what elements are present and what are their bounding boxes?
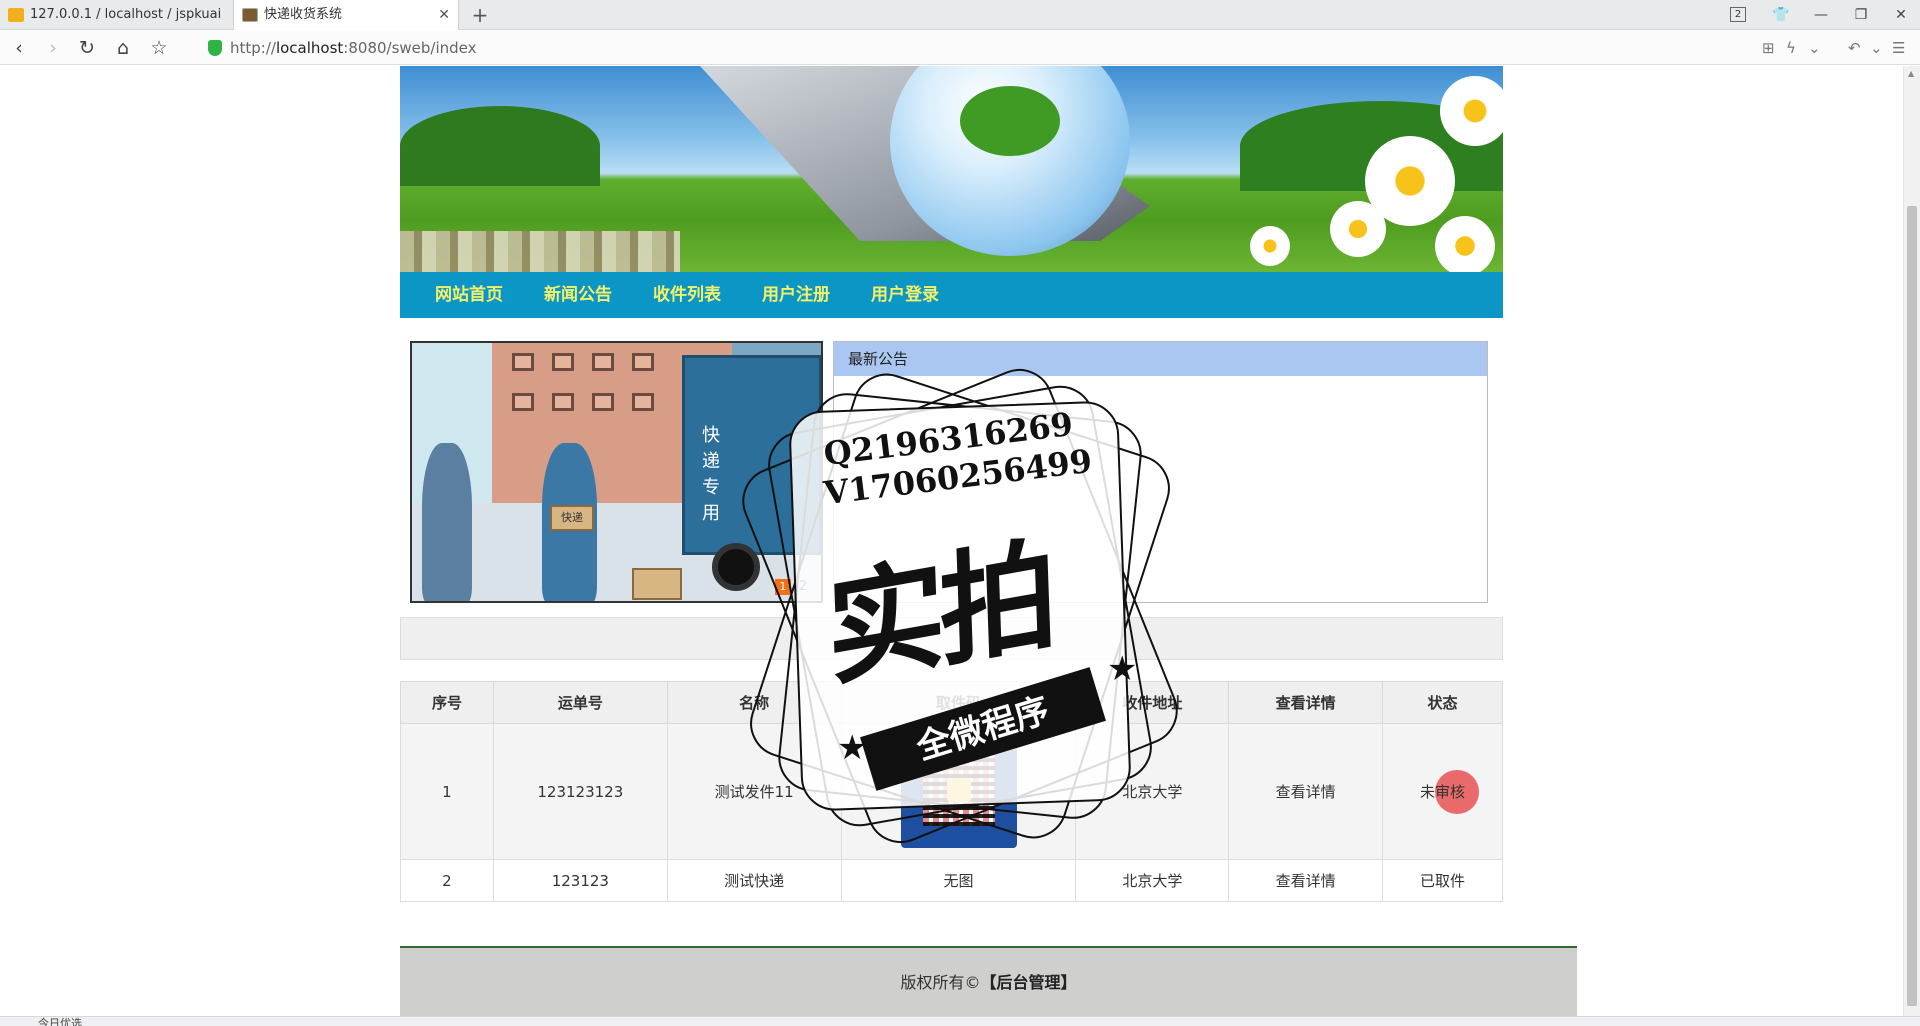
status-text: 未审核 xyxy=(1420,783,1466,801)
chevron-down-icon[interactable]: ⌄ xyxy=(1808,31,1821,65)
slider-pager: 1 2 xyxy=(774,579,811,595)
status-left-text: 今日优选 xyxy=(38,1017,82,1026)
qr-code-image xyxy=(900,735,1017,848)
lightning-icon[interactable]: ϟ xyxy=(1786,31,1796,65)
cell-waybill: 123123123 xyxy=(492,723,668,860)
notice-title: 最新公告 xyxy=(834,342,1487,376)
nav-register[interactable]: 用户注册 xyxy=(762,272,830,318)
cell-status: 已取件 xyxy=(1382,859,1503,902)
home-icon[interactable]: ⌂ xyxy=(110,35,136,61)
copyright-text: 版权所有© xyxy=(900,973,981,992)
page-viewport: 网站首页 新闻公告 收件列表 用户注册 用户登录 快递专用 快递 1 2 最新公… xyxy=(0,66,1920,1016)
nav-home[interactable]: 网站首页 xyxy=(435,272,503,318)
skin-icon[interactable]: 👕 xyxy=(1762,0,1800,30)
grid-icon[interactable]: ⊞ xyxy=(1762,31,1775,65)
browser-tab-bar: 127.0.0.1 / localhost / jspkuai 快递收货系统 ✕… xyxy=(0,0,1920,30)
nav-parcel-list[interactable]: 收件列表 xyxy=(653,272,721,318)
phpmyadmin-favicon-icon xyxy=(8,8,24,22)
col-index: 序号 xyxy=(400,681,494,724)
table-row: 1 123123123 测试发件11 北京大学 查看详情 未审核 xyxy=(400,723,1503,860)
table-header-row: 序号 运单号 名称 取件码 收件地址 查看详情 状态 xyxy=(400,681,1503,724)
minimize-icon[interactable]: — xyxy=(1802,0,1840,30)
address-bar: ‹ › ↻ ⌂ ☆ http://localhost:8080/sweb/ind… xyxy=(0,31,1920,65)
col-status: 状态 xyxy=(1382,681,1503,724)
parcel-table: 序号 运单号 名称 取件码 收件地址 查看详情 状态 1 123123123 测… xyxy=(400,681,1503,902)
status-strip: 今日优选 xyxy=(0,1016,1920,1026)
scroll-up-icon[interactable]: ▲ xyxy=(1908,69,1914,78)
browser-tab-active[interactable]: 快递收货系统 ✕ xyxy=(233,0,459,30)
page-scrollbar[interactable]: ▲ xyxy=(1903,66,1920,1016)
cell-status: 未审核 xyxy=(1382,723,1503,860)
tab-title: 127.0.0.1 / localhost / jspkuai xyxy=(30,7,222,22)
cell-name: 测试快递 xyxy=(666,859,842,902)
secure-shield-icon xyxy=(208,40,222,56)
cell-pickup-code: 无图 xyxy=(840,859,1077,902)
slider-dot-1[interactable]: 1 xyxy=(774,579,791,595)
col-name: 名称 xyxy=(666,681,842,724)
cell-name: 测试发件11 xyxy=(666,723,842,860)
close-window-icon[interactable]: ✕ xyxy=(1882,0,1920,30)
cell-address: 北京大学 xyxy=(1075,723,1230,860)
admin-link[interactable]: 【后台管理】 xyxy=(981,973,1077,992)
reload-icon[interactable]: ↻ xyxy=(74,35,100,61)
main-nav: 网站首页 新闻公告 收件列表 用户注册 用户登录 xyxy=(400,272,1503,318)
undo-icon[interactable]: ↶ xyxy=(1848,31,1861,65)
cell-pickup-code xyxy=(840,723,1077,860)
col-detail: 查看详情 xyxy=(1228,681,1384,724)
col-pickup-code: 取件码 xyxy=(840,681,1077,724)
url-field[interactable]: http://localhost:8080/sweb/index xyxy=(230,31,477,65)
menu-icon[interactable]: ☰ xyxy=(1892,31,1905,65)
site-favicon-icon xyxy=(242,8,258,22)
truck-label: 快递专用 xyxy=(702,425,720,524)
col-waybill: 运单号 xyxy=(492,681,668,724)
page-footer: 版权所有©【后台管理】 xyxy=(400,946,1577,1016)
back-icon[interactable]: ‹ xyxy=(6,35,32,61)
notice-panel: 最新公告 xyxy=(833,341,1488,603)
browser-tab-phpmyadmin[interactable]: 127.0.0.1 / localhost / jspkuai xyxy=(0,0,232,30)
nav-login[interactable]: 用户登录 xyxy=(871,272,939,318)
new-tab-icon[interactable]: + xyxy=(470,0,490,30)
forward-icon[interactable]: › xyxy=(40,35,66,61)
table-row: 2 123123 测试快递 无图 北京大学 查看详情 已取件 xyxy=(400,859,1503,902)
detail-link[interactable]: 查看详情 xyxy=(1228,859,1384,902)
col-address: 收件地址 xyxy=(1075,681,1230,724)
nav-news[interactable]: 新闻公告 xyxy=(544,272,612,318)
cell-index: 1 xyxy=(400,723,494,860)
section-header-bar xyxy=(400,617,1503,660)
cell-index: 2 xyxy=(400,859,494,902)
cell-waybill: 123123 xyxy=(492,859,668,902)
image-slider[interactable]: 快递专用 快递 1 2 xyxy=(410,341,823,603)
tab-close-icon[interactable]: ✕ xyxy=(438,0,450,30)
site-banner-image xyxy=(400,66,1503,272)
cell-address: 北京大学 xyxy=(1075,859,1230,902)
detail-link[interactable]: 查看详情 xyxy=(1228,723,1384,860)
tab-count-badge[interactable]: 2 xyxy=(1730,7,1746,22)
slider-dot-2[interactable]: 2 xyxy=(795,579,811,595)
restore-icon[interactable]: ❐ xyxy=(1842,0,1880,30)
parcel-label: 快递 xyxy=(550,505,594,531)
tab-title: 快递收货系统 xyxy=(264,7,343,22)
chevron-down-icon[interactable]: ⌄ xyxy=(1870,31,1883,65)
scrollbar-thumb[interactable] xyxy=(1907,206,1917,1006)
url-rest: :8080/sweb/index xyxy=(343,39,477,57)
url-prefix: http:// xyxy=(230,39,276,57)
url-host: localhost xyxy=(275,39,344,57)
bookmark-star-icon[interactable]: ☆ xyxy=(146,35,172,61)
